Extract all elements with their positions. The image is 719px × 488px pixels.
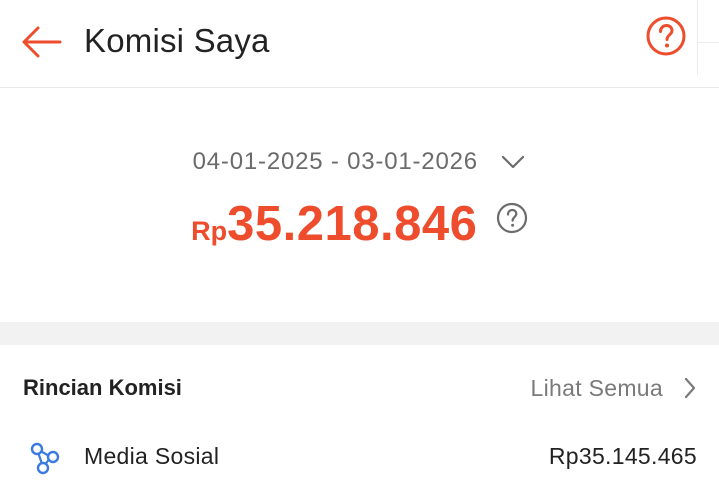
back-button[interactable] bbox=[20, 22, 64, 62]
question-circle-icon[interactable] bbox=[496, 202, 528, 234]
list-item[interactable]: Media Sosial Rp35.145.465 bbox=[0, 435, 719, 479]
app-header: Komisi Saya bbox=[0, 0, 719, 88]
date-range-text: 04-01-2025 - 03-01-2026 bbox=[192, 148, 478, 175]
commission-amount: Rp35.218.846 bbox=[0, 196, 719, 256]
chevron-down-icon bbox=[502, 155, 525, 169]
date-range-selector[interactable]: 04-01-2025 - 03-01-2026 bbox=[0, 148, 719, 178]
header-divider bbox=[698, 42, 719, 43]
header-divider bbox=[697, 0, 698, 75]
page-title: Komisi Saya bbox=[84, 22, 270, 59]
amount-currency: Rp bbox=[191, 216, 228, 246]
see-all-label: Lihat Semua bbox=[530, 374, 663, 401]
amount-value: 35.218.846 bbox=[227, 197, 478, 251]
share-network-icon bbox=[30, 442, 60, 475]
row-label: Media Sosial bbox=[84, 443, 220, 469]
chevron-right-icon bbox=[684, 377, 696, 399]
see-all-link[interactable]: Lihat Semua bbox=[531, 373, 697, 403]
help-button[interactable] bbox=[645, 15, 687, 57]
section-title: Rincian Komisi bbox=[23, 375, 182, 400]
question-circle-icon bbox=[646, 16, 686, 56]
commission-details: Rincian Komisi Lihat Semua Media Sosial … bbox=[0, 345, 719, 488]
arrow-left-icon bbox=[22, 26, 62, 58]
section-divider bbox=[0, 322, 719, 345]
row-value: Rp35.145.465 bbox=[548, 443, 697, 469]
commission-summary: 04-01-2025 - 03-01-2026 Rp35.218.846 bbox=[0, 88, 719, 322]
